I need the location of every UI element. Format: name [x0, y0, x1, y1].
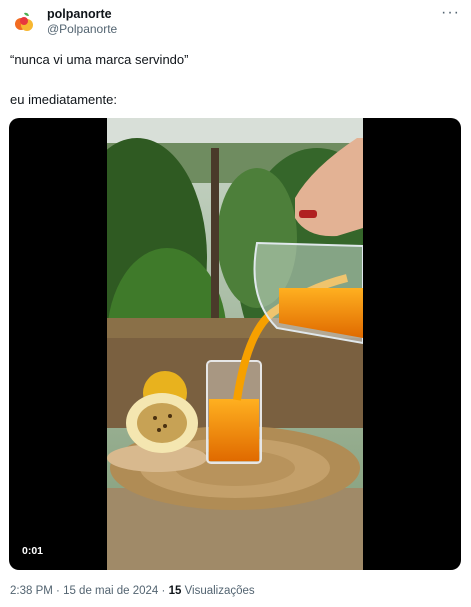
tweet-meta: 2:38 PM · 15 de mai de 2024 · 15 Visuali… [10, 585, 255, 597]
author-name[interactable]: polpanorte [47, 7, 117, 22]
video-player[interactable]: 0:01 [9, 118, 461, 570]
tweet-time[interactable]: 2:38 PM [10, 585, 53, 597]
tweet-date[interactable]: 15 de mai de 2024 [63, 585, 158, 597]
tweet-text-line1: “nunca vi uma marca servindo” [10, 52, 189, 67]
more-options-icon[interactable]: ··· [441, 4, 460, 22]
video-timestamp: 0:01 [22, 545, 44, 557]
tweet-text-line2: eu imediatamente: [10, 92, 117, 107]
views-count: 15 [168, 585, 182, 597]
avatar[interactable] [12, 10, 36, 34]
author-handle[interactable]: @Polpanorte [47, 22, 117, 37]
author-block: polpanorte @Polpanorte [47, 7, 117, 37]
views-label: Visualizações [181, 585, 255, 597]
video-frame [107, 118, 363, 570]
separator: · [158, 585, 169, 597]
separator: · [52, 585, 64, 597]
fruit-logo-icon [15, 12, 33, 31]
